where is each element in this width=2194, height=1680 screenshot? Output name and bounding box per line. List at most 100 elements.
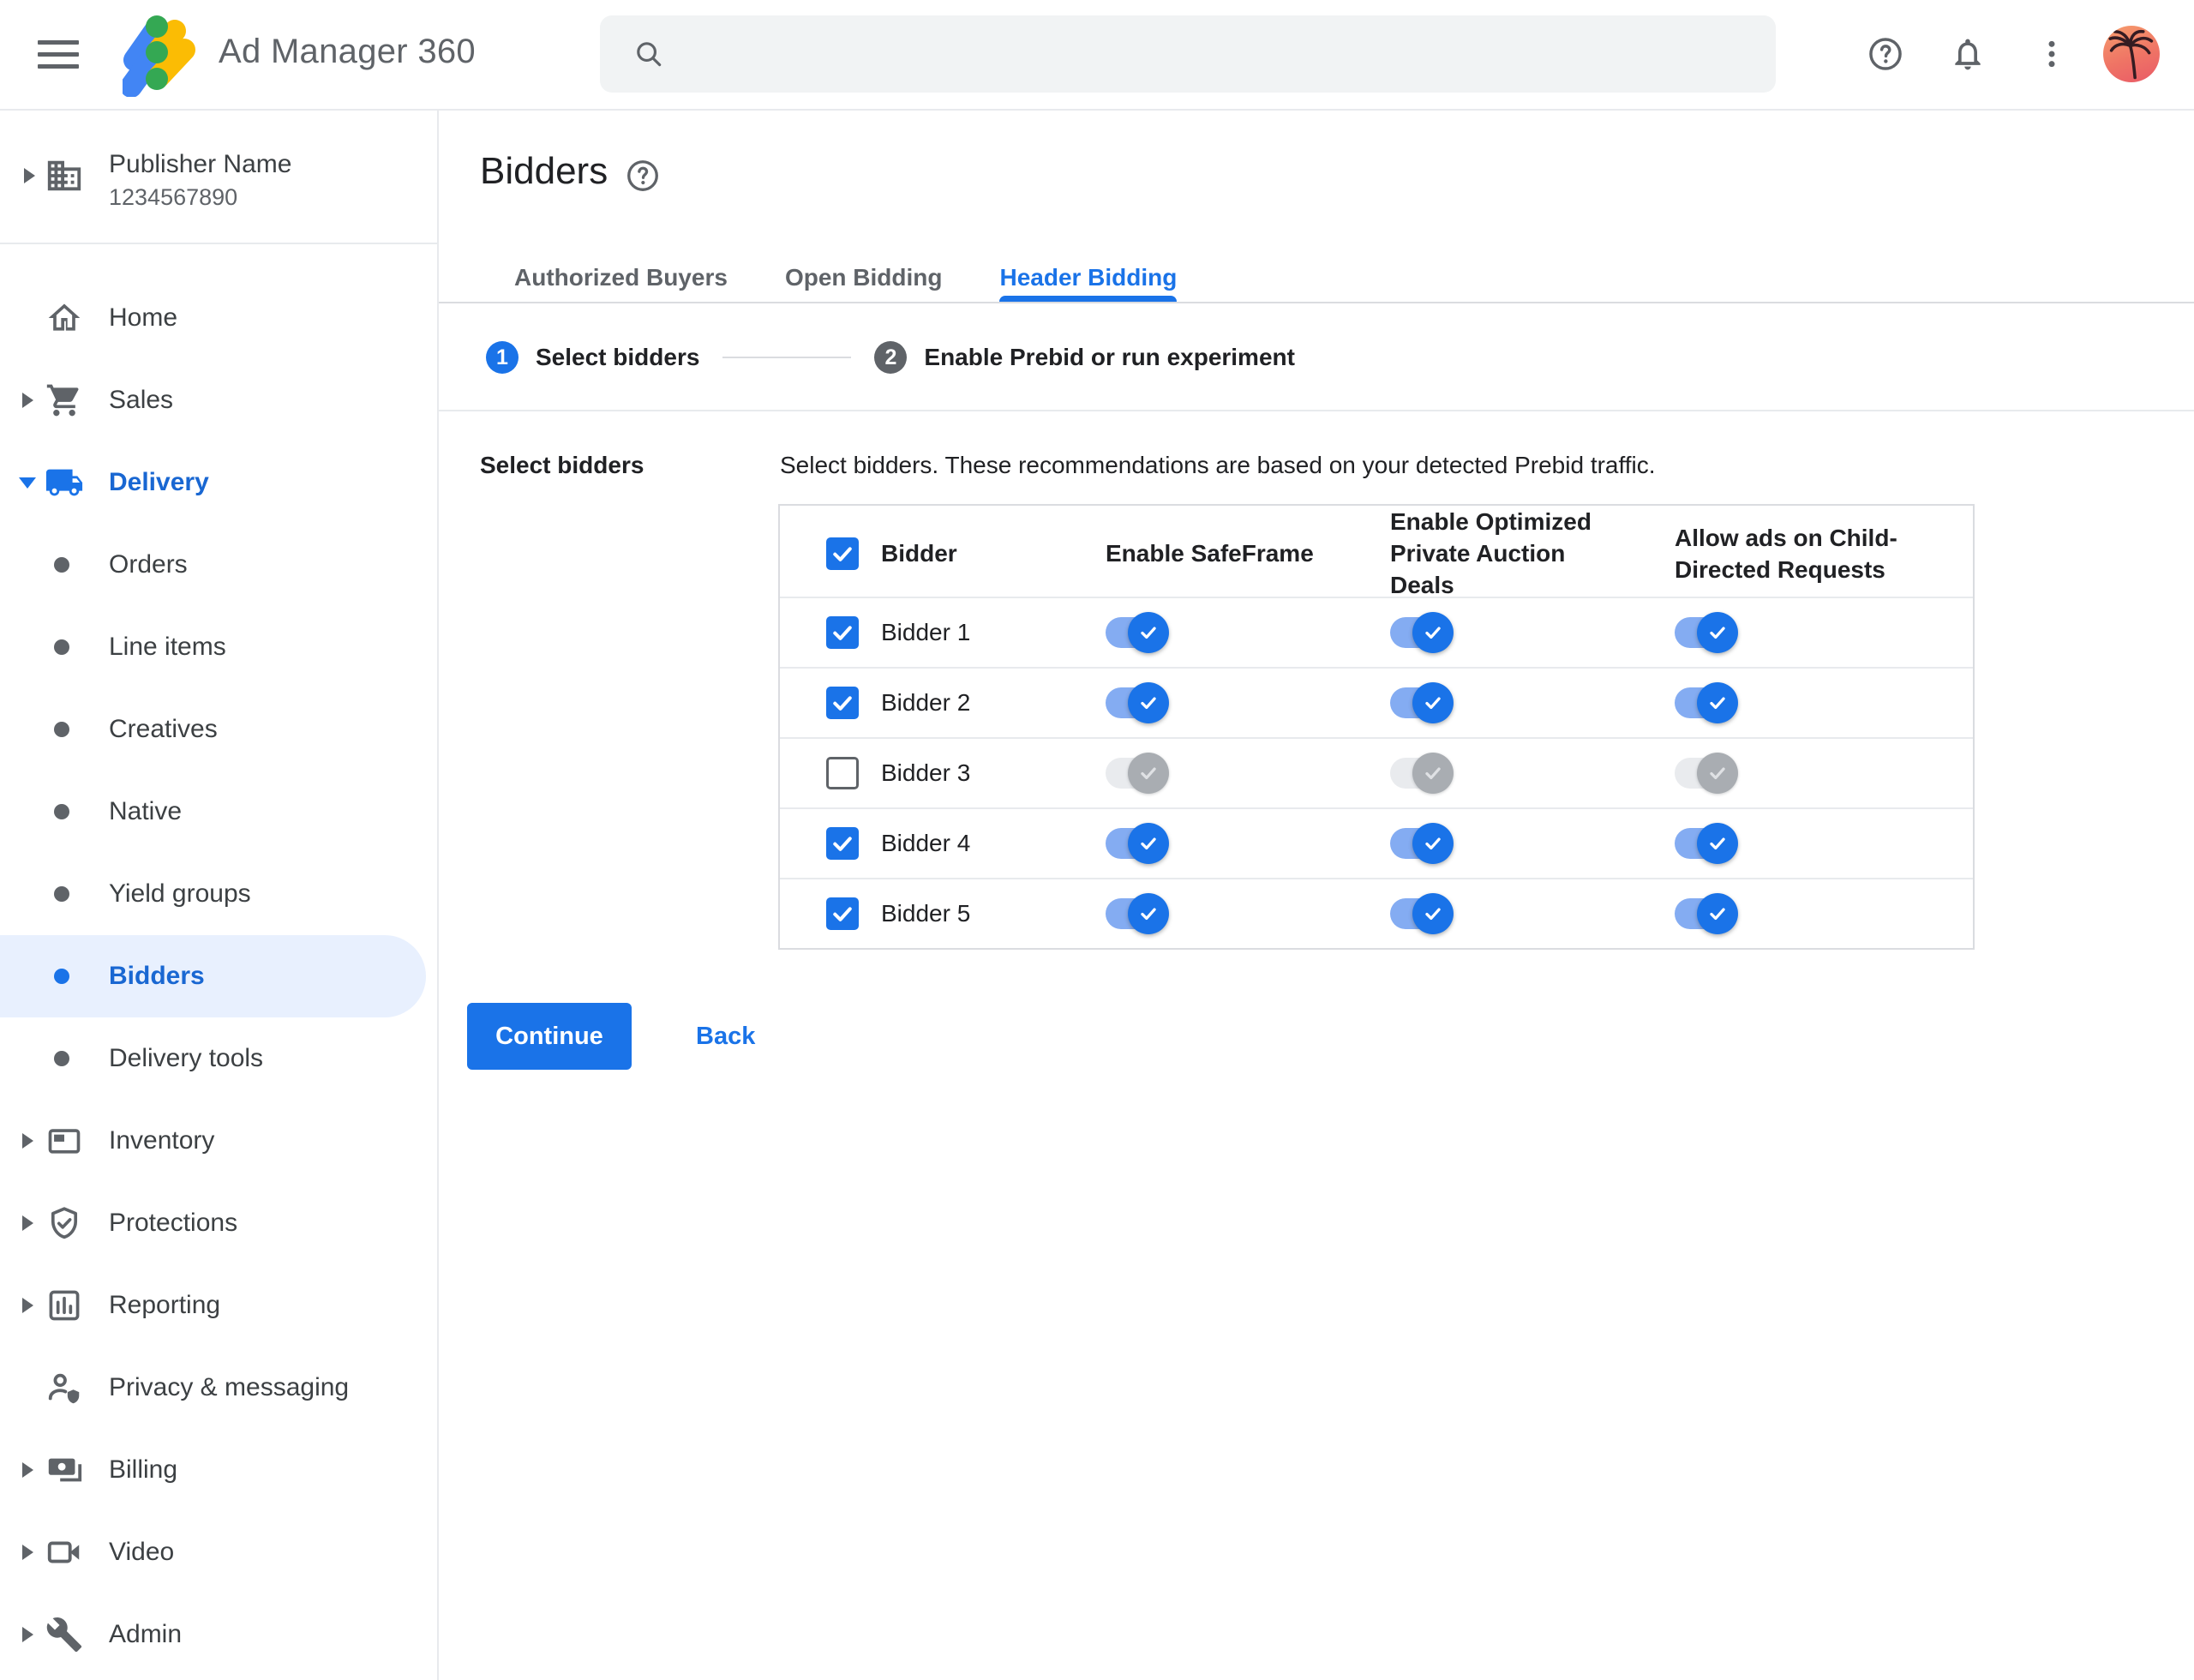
sidebar-item-label: Admin bbox=[109, 1620, 183, 1648]
sidebar-item-creatives[interactable]: Creatives bbox=[0, 688, 437, 771]
notifications-icon[interactable] bbox=[1947, 33, 1988, 75]
sidebar-item-protections[interactable]: Protections bbox=[0, 1182, 437, 1264]
optimized-deals-toggle[interactable] bbox=[1390, 612, 1454, 653]
optimized-deals-toggle[interactable] bbox=[1390, 682, 1454, 723]
sidebar-item-label: Home bbox=[109, 303, 178, 332]
sidebar-item-label: Sales bbox=[109, 386, 174, 414]
step-label: Select bidders bbox=[536, 344, 700, 370]
bullet-icon bbox=[54, 804, 69, 819]
search-input[interactable] bbox=[687, 27, 1750, 81]
sidebar-item-line-items[interactable]: Line items bbox=[0, 606, 437, 688]
publisher-switcher[interactable]: Publisher Name 1234567890 bbox=[0, 109, 437, 244]
bullet-icon bbox=[54, 639, 69, 655]
sidebar-item-orders[interactable]: Orders bbox=[0, 524, 437, 606]
expand-right-icon bbox=[24, 168, 35, 183]
row-checkbox[interactable] bbox=[826, 616, 859, 649]
safeframe-toggle[interactable] bbox=[1106, 612, 1169, 653]
child-directed-toggle[interactable] bbox=[1675, 682, 1738, 723]
bullet-icon bbox=[54, 557, 69, 573]
safeframe-toggle[interactable] bbox=[1106, 893, 1169, 934]
optimized-deals-toggle[interactable] bbox=[1390, 823, 1454, 864]
sidebar-item-video[interactable]: Video bbox=[0, 1511, 437, 1593]
table-row: Bidder 3 bbox=[780, 737, 1973, 807]
sidebar: Publisher Name 1234567890 Home Sales Del… bbox=[0, 109, 439, 1680]
column-header-child-directed: Allow ads on Child-Directed Requests bbox=[1675, 524, 1897, 583]
select-all-checkbox[interactable] bbox=[826, 537, 859, 570]
sidebar-item-delivery-tools[interactable]: Delivery tools bbox=[0, 1017, 437, 1100]
column-header-safeframe: Enable SafeFrame bbox=[1106, 540, 1314, 567]
sidebar-item-billing[interactable]: Billing bbox=[0, 1429, 437, 1511]
row-checkbox[interactable] bbox=[826, 827, 859, 860]
page-title: Bidders bbox=[480, 150, 608, 192]
back-button[interactable]: Back bbox=[696, 1023, 755, 1051]
table-header-row: Bidder Enable SafeFrame Enable Optimized… bbox=[780, 506, 1973, 598]
wrench-icon bbox=[45, 1615, 84, 1654]
step-number: 2 bbox=[874, 341, 908, 374]
expand-right-icon bbox=[22, 1298, 33, 1313]
table-row: Bidder 2 bbox=[780, 667, 1973, 737]
inventory-icon bbox=[45, 1121, 84, 1161]
sidebar-item-bidders[interactable]: Bidders bbox=[0, 935, 426, 1017]
optimized-deals-toggle[interactable] bbox=[1390, 893, 1454, 934]
table-row: Bidder 5 bbox=[780, 878, 1973, 948]
expand-right-icon bbox=[22, 393, 33, 408]
bidder-name: Bidder 3 bbox=[881, 759, 971, 786]
expand-right-icon bbox=[22, 1462, 33, 1478]
home-icon bbox=[45, 298, 84, 338]
avatar[interactable] bbox=[2103, 26, 2160, 82]
table-body: Bidder 1 Bidder 2 Bidder 3 Bidder 4 Bidd… bbox=[780, 597, 1973, 948]
row-checkbox[interactable] bbox=[826, 757, 859, 789]
page-help-icon[interactable] bbox=[625, 158, 661, 198]
sidebar-item-label: Delivery tools bbox=[109, 1044, 264, 1072]
sidebar-item-label: Line items bbox=[109, 633, 226, 661]
search-bar[interactable] bbox=[600, 15, 1776, 93]
sidebar-item-native[interactable]: Native bbox=[0, 771, 437, 853]
sidebar-item-admin[interactable]: Admin bbox=[0, 1593, 437, 1676]
bullet-icon bbox=[54, 886, 69, 902]
payments-icon bbox=[45, 1450, 84, 1490]
sidebar-item-home[interactable]: Home bbox=[0, 277, 437, 359]
safeframe-toggle[interactable] bbox=[1106, 753, 1169, 794]
sidebar-item-inventory[interactable]: Inventory bbox=[0, 1100, 437, 1182]
bidders-table: Bidder Enable SafeFrame Enable Optimized… bbox=[778, 504, 1975, 950]
publisher-id: 1234567890 bbox=[109, 184, 238, 210]
tab-authorized-buyers[interactable]: Authorized Buyers bbox=[514, 253, 728, 302]
sidebar-item-sales[interactable]: Sales bbox=[0, 359, 437, 441]
bidder-name: Bidder 1 bbox=[881, 619, 971, 645]
help-icon[interactable] bbox=[1865, 33, 1906, 75]
tab-open-bidding[interactable]: Open Bidding bbox=[785, 253, 943, 302]
sidebar-item-label: Privacy & messaging bbox=[109, 1373, 350, 1401]
sidebar-item-yield-groups[interactable]: Yield groups bbox=[0, 853, 437, 935]
shield-check-icon bbox=[45, 1203, 84, 1243]
sidebar-item-label: Video bbox=[109, 1538, 175, 1566]
safeframe-toggle[interactable] bbox=[1106, 682, 1169, 723]
sidebar-item-label: Native bbox=[109, 797, 183, 825]
optimized-deals-toggle[interactable] bbox=[1390, 753, 1454, 794]
continue-button[interactable]: Continue bbox=[467, 1003, 632, 1070]
step-number: 1 bbox=[486, 341, 519, 374]
menu-icon[interactable] bbox=[38, 33, 79, 75]
row-checkbox[interactable] bbox=[826, 687, 859, 719]
tab-header-bidding[interactable]: Header Bidding bbox=[999, 253, 1177, 302]
bullet-icon bbox=[54, 722, 69, 737]
section-description: Select bidders. These recommendations ar… bbox=[780, 452, 1656, 478]
sidebar-item-delivery[interactable]: Delivery bbox=[0, 441, 437, 524]
child-directed-toggle[interactable] bbox=[1675, 753, 1738, 794]
child-directed-toggle[interactable] bbox=[1675, 823, 1738, 864]
sidebar-item-privacy-messaging[interactable]: Privacy & messaging bbox=[0, 1347, 437, 1429]
sidebar-item-reporting[interactable]: Reporting bbox=[0, 1264, 437, 1347]
more-vert-icon[interactable] bbox=[2031, 33, 2072, 75]
safeframe-toggle[interactable] bbox=[1106, 823, 1169, 864]
stepper-step[interactable]: 1 Select bidders bbox=[486, 341, 699, 374]
ad-manager-logo bbox=[120, 11, 200, 101]
column-header-optimized: Enable Optimized Private Auction Deals bbox=[1390, 508, 1592, 598]
row-checkbox[interactable] bbox=[826, 897, 859, 930]
stepper-step[interactable]: 2 Enable Prebid or run experiment bbox=[874, 341, 1295, 374]
tab-bar: Authorized Buyers Open Bidding Header Bi… bbox=[439, 253, 2194, 303]
child-directed-toggle[interactable] bbox=[1675, 612, 1738, 653]
bidder-name: Bidder 2 bbox=[881, 689, 971, 716]
publisher-name: Publisher Name bbox=[109, 150, 292, 178]
search-icon bbox=[637, 42, 662, 67]
sidebar-item-label: Creatives bbox=[109, 715, 218, 743]
child-directed-toggle[interactable] bbox=[1675, 893, 1738, 934]
